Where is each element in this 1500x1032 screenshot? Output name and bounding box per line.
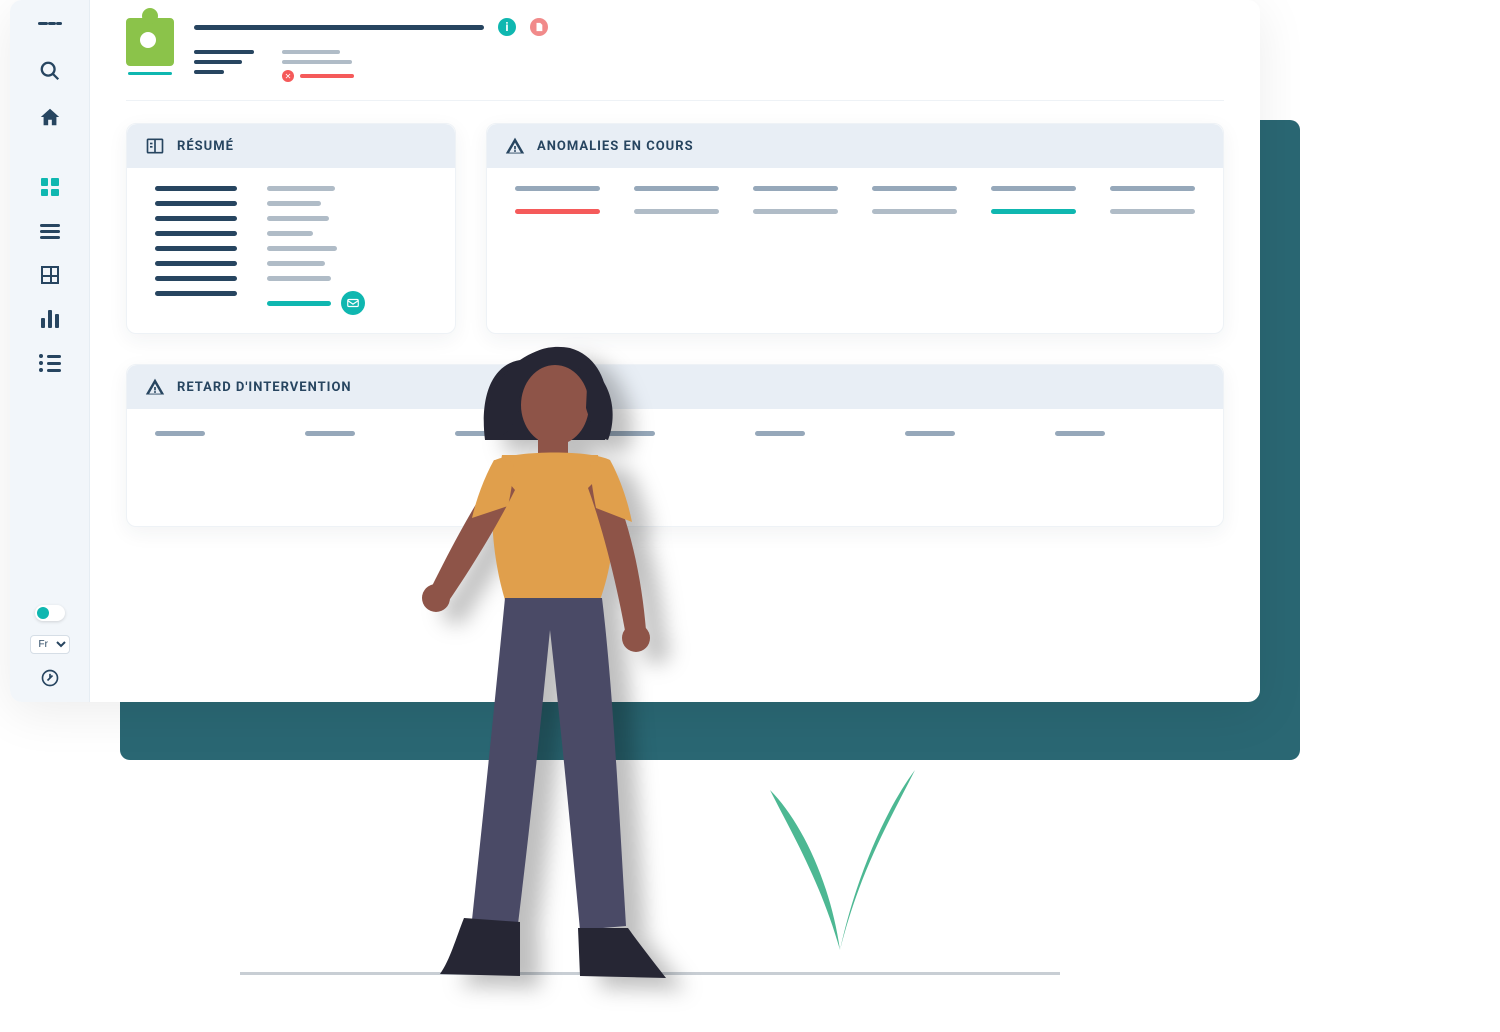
resume-value bbox=[267, 261, 325, 266]
anomaly-col-header bbox=[872, 186, 957, 191]
info-icon[interactable]: i bbox=[498, 18, 516, 36]
person-illustration bbox=[420, 310, 700, 990]
retard-col-header bbox=[155, 431, 205, 436]
theme-toggle[interactable] bbox=[35, 605, 65, 621]
search-icon[interactable] bbox=[39, 60, 61, 82]
warning-icon bbox=[505, 136, 525, 156]
sidebar: Fr bbox=[10, 0, 90, 702]
meta-error-value bbox=[300, 74, 354, 78]
panel-resume-title: RÉSUMÉ bbox=[177, 139, 234, 154]
anomaly-cell bbox=[634, 209, 719, 214]
panel-anomalies: ANOMALIES EN COURS bbox=[486, 123, 1224, 334]
anomalies-header-row bbox=[515, 186, 1195, 191]
anomaly-col-header bbox=[991, 186, 1076, 191]
page-title bbox=[194, 25, 484, 30]
page-header: i ✕ bbox=[126, 18, 1224, 101]
book-icon bbox=[145, 136, 165, 156]
resume-label bbox=[155, 246, 237, 251]
anomaly-cell bbox=[753, 209, 838, 214]
bullets-icon[interactable] bbox=[39, 352, 61, 374]
panel-resume: RÉSUMÉ bbox=[126, 123, 456, 334]
meta-value bbox=[282, 60, 352, 64]
anomalies-data-row[interactable] bbox=[515, 209, 1195, 214]
resume-label bbox=[155, 261, 237, 266]
resume-value bbox=[267, 231, 313, 236]
resume-label bbox=[155, 276, 237, 281]
chart-icon[interactable] bbox=[39, 308, 61, 330]
logout-icon[interactable] bbox=[40, 668, 60, 688]
resume-label bbox=[155, 216, 237, 221]
error-badge-icon: ✕ bbox=[282, 70, 294, 82]
anomaly-cell bbox=[1110, 209, 1195, 214]
meta-label bbox=[194, 60, 242, 64]
anomaly-col-header bbox=[515, 186, 600, 191]
resume-label bbox=[155, 186, 237, 191]
resume-value bbox=[267, 201, 321, 206]
language-select[interactable]: Fr bbox=[30, 635, 70, 654]
menu-toggle-icon[interactable] bbox=[38, 14, 62, 36]
puzzle-icon bbox=[126, 18, 174, 66]
anomaly-col-header bbox=[753, 186, 838, 191]
retard-col-header bbox=[305, 431, 355, 436]
export-pdf-icon[interactable] bbox=[530, 18, 548, 36]
dashboard-icon[interactable] bbox=[39, 176, 61, 198]
retard-col-header bbox=[905, 431, 955, 436]
module-logo bbox=[126, 18, 174, 82]
anomaly-cell-ok bbox=[991, 209, 1076, 214]
resume-label bbox=[155, 201, 237, 206]
panel-anomalies-title: ANOMALIES EN COURS bbox=[537, 139, 694, 154]
logo-underline bbox=[128, 72, 172, 75]
warning-icon bbox=[145, 377, 165, 397]
retard-col-header bbox=[755, 431, 805, 436]
anomaly-col-header bbox=[634, 186, 719, 191]
list-icon[interactable] bbox=[39, 220, 61, 242]
resume-email-value bbox=[267, 301, 331, 306]
plant-illustration bbox=[760, 730, 920, 950]
meta-value bbox=[282, 50, 340, 54]
home-icon[interactable] bbox=[39, 106, 61, 128]
meta-label bbox=[194, 50, 254, 54]
resume-label bbox=[155, 231, 237, 236]
resume-value bbox=[267, 246, 337, 251]
panel-retard-title: RETARD D'INTERVENTION bbox=[177, 380, 352, 395]
anomaly-col-header bbox=[1110, 186, 1195, 191]
anomaly-cell bbox=[872, 209, 957, 214]
meta-label bbox=[194, 70, 224, 74]
resume-value bbox=[267, 216, 329, 221]
anomaly-cell-critical bbox=[515, 209, 600, 214]
table-icon[interactable] bbox=[39, 264, 61, 286]
resume-value bbox=[267, 276, 331, 281]
mail-icon[interactable] bbox=[341, 291, 365, 315]
resume-value bbox=[267, 186, 335, 191]
retard-col-header bbox=[1055, 431, 1105, 436]
resume-label bbox=[155, 291, 237, 296]
